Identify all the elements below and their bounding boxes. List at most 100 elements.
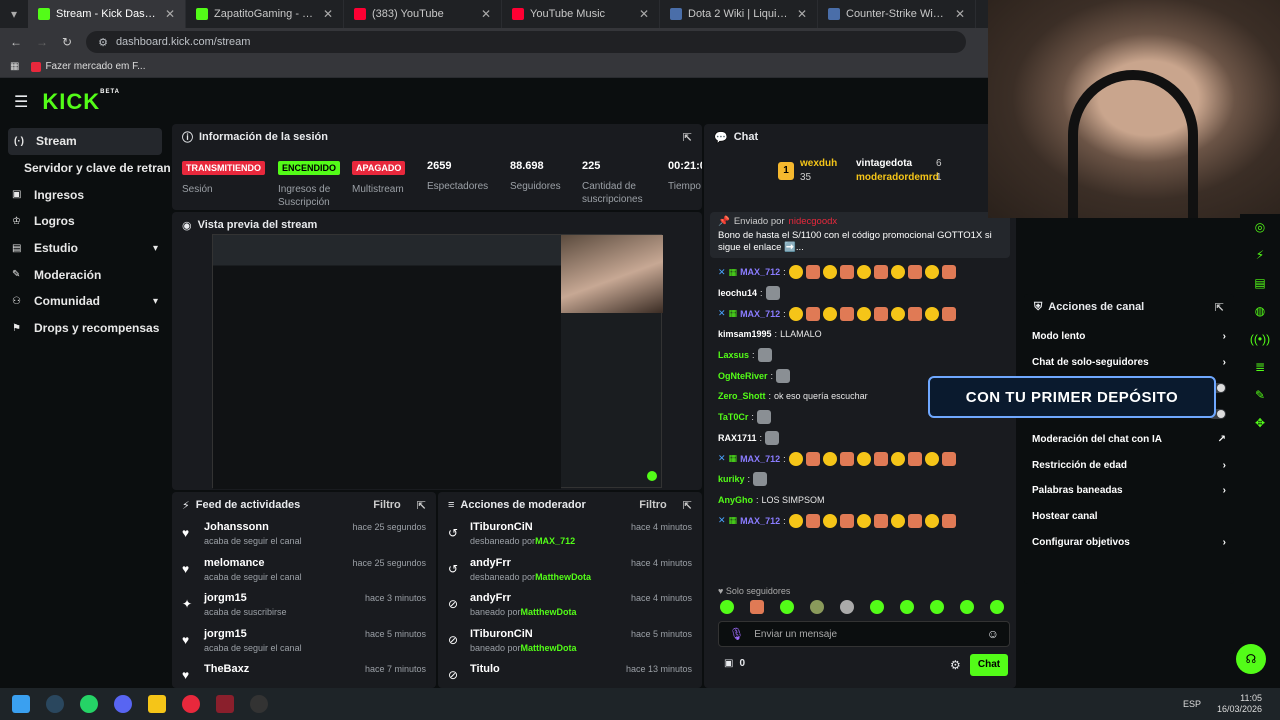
rail-puzzle-icon[interactable]: ✥: [1255, 416, 1265, 430]
channel-action-item[interactable]: Moderación del chat con IA ↗: [1024, 427, 1234, 453]
browser-tab[interactable]: Counter-Strike Wiki | CS2 | Liqu ✕: [818, 0, 976, 28]
chat-input[interactable]: 🎙 Enviar un mensaje ☺: [718, 621, 1010, 647]
mod-user[interactable]: MAX_712: [535, 536, 575, 546]
chat-username[interactable]: leochu14: [718, 288, 757, 298]
channel-action-item[interactable]: Modo lento ›: [1024, 324, 1234, 350]
emote-icon[interactable]: [720, 600, 734, 614]
feed-row[interactable]: ♥ jorgm15 acaba de seguir el canal hace 5 m…: [172, 625, 436, 661]
tab-close-icon[interactable]: ✕: [323, 7, 333, 21]
mod-action-row[interactable]: ↺ andyFrr desbaneado porMatthewDota hace 4 …: [438, 554, 702, 590]
emote-icon[interactable]: [780, 600, 794, 614]
feed-popout-icon[interactable]: ⇱: [417, 499, 426, 512]
chat-username[interactable]: Zero_Shott: [718, 391, 766, 401]
feed-row[interactable]: ✦ jorgm15 acaba de suscribirse hace 3 minut…: [172, 589, 436, 625]
chat-settings-icon[interactable]: ⚙: [950, 658, 961, 672]
channel-actions-popout-icon[interactable]: ⇱: [1215, 301, 1224, 314]
emote-icon[interactable]: [810, 600, 824, 614]
rail-broadcast-icon[interactable]: ((•)): [1250, 332, 1270, 346]
clock[interactable]: 11:05 16/03/2026: [1217, 693, 1262, 715]
top-user-3[interactable]: moderadordemrd: [856, 172, 939, 183]
mod-filter-button[interactable]: Filtro: [639, 499, 667, 511]
rail-stack-icon[interactable]: ≣: [1255, 360, 1265, 374]
sidebar-item[interactable]: ▣ Ingresos: [0, 181, 170, 208]
discord-icon[interactable]: [114, 695, 132, 713]
emote-icon[interactable]: [900, 600, 914, 614]
emote-icon[interactable]: [930, 600, 944, 614]
pinned-message[interactable]: 📌 Enviado por nidecgoodx Bono de hasta e…: [710, 212, 1010, 258]
chat-message[interactable]: ✕ ▦ MAX_712:: [714, 262, 1010, 283]
feed-row[interactable]: ♥ melomance acaba de seguir el canal hace 2…: [172, 554, 436, 590]
chat-message[interactable]: AnyGho: LOS SIMPSOM: [714, 490, 1010, 511]
points-display[interactable]: ▣ 0: [724, 658, 745, 669]
browser-tab[interactable]: ZapatitoGaming - Watch clips o ✕: [186, 0, 344, 28]
kick-logo[interactable]: KICKBETA: [42, 89, 120, 115]
tab-close-icon[interactable]: ✕: [481, 7, 491, 21]
mod-action-row[interactable]: ↺ ITiburonCiN desbaneado porMAX_712 hace 4 …: [438, 518, 702, 554]
rail-target-icon[interactable]: ◎: [1255, 220, 1265, 234]
channel-action-item[interactable]: Chat de solo-seguidores ›: [1024, 350, 1234, 376]
sidebar-item[interactable]: (·) Stream: [8, 128, 162, 155]
mod-action-row[interactable]: ⊘ Titulo hace 13 minutos: [438, 660, 702, 688]
emote-icon[interactable]: [960, 600, 974, 614]
chat-username[interactable]: AnyGho: [718, 495, 753, 505]
mod-action-row[interactable]: ⊘ andyFrr baneado porMatthewDota hace 4 min…: [438, 589, 702, 625]
app-icon[interactable]: [216, 695, 234, 713]
tab-close-icon[interactable]: ✕: [955, 7, 965, 21]
feed-row[interactable]: ♥ Johanssonn acaba de seguir el canal hace …: [172, 518, 436, 554]
tab-close-icon[interactable]: ✕: [165, 7, 175, 21]
mic-icon[interactable]: 🎙: [729, 627, 744, 641]
chat-username[interactable]: MAX_712: [740, 454, 780, 464]
tab-menu-icon[interactable]: ▾: [0, 7, 28, 21]
windows-start-icon[interactable]: [12, 695, 30, 713]
support-button[interactable]: ☊: [1236, 644, 1266, 674]
chat-message[interactable]: kimsam1995: LLAMALO: [714, 324, 1010, 345]
browser-tab[interactable]: Stream - Kick Dashboard ✕: [28, 0, 186, 28]
chat-username[interactable]: MAX_712: [740, 516, 780, 526]
url-field[interactable]: ⚙ dashboard.kick.com/stream: [86, 31, 967, 53]
chat-username[interactable]: MAX_712: [740, 309, 780, 319]
top-user-2[interactable]: vintagedota: [856, 158, 912, 169]
whatsapp-icon[interactable]: [80, 695, 98, 713]
mod-user[interactable]: MatthewDota: [521, 643, 577, 653]
rail-bolt-icon[interactable]: ⚡: [1256, 248, 1264, 262]
channel-action-item[interactable]: Palabras baneadas ›: [1024, 478, 1234, 504]
sidebar-item[interactable]: ⚑ Drops y recompensas: [0, 315, 170, 342]
rail-chat-icon[interactable]: ◍: [1255, 304, 1265, 318]
emote-icon[interactable]: [840, 600, 854, 614]
feed-filter-button[interactable]: Filtro: [373, 499, 401, 511]
sidebar-item[interactable]: ♔ Logros: [0, 208, 170, 235]
channel-action-item[interactable]: Configurar objetivos ›: [1024, 530, 1234, 556]
chat-message[interactable]: ✕ ▦ MAX_712:: [714, 448, 1010, 469]
steam-icon[interactable]: [46, 695, 64, 713]
pinned-by-user[interactable]: nidecgoodx: [789, 216, 838, 227]
chat-username[interactable]: OgNteRiver: [718, 371, 768, 381]
reload-icon[interactable]: ↻: [62, 35, 72, 49]
sidebar-item[interactable]: ✎ Moderación: [0, 261, 170, 288]
chat-message[interactable]: leochu14:: [714, 283, 1010, 304]
sidebar-item[interactable]: Servidor y clave de retransmisión: [0, 155, 170, 182]
stream-preview-video[interactable]: [212, 234, 663, 489]
forward-icon[interactable]: →: [36, 35, 48, 49]
browser-tab[interactable]: YouTube Music ✕: [502, 0, 660, 28]
language-indicator[interactable]: ESP: [1183, 699, 1201, 709]
channel-action-item[interactable]: Restricción de edad ›: [1024, 452, 1234, 478]
chat-message[interactable]: ✕ ▦ MAX_712:: [714, 510, 1010, 531]
explorer-icon[interactable]: [148, 695, 166, 713]
apps-icon[interactable]: ▦: [10, 61, 19, 72]
obs-icon[interactable]: [250, 695, 268, 713]
emote-icon[interactable]: [990, 600, 1004, 614]
chat-message[interactable]: RAX1711:: [714, 428, 1010, 449]
chat-username[interactable]: kuriky: [718, 474, 745, 484]
site-info-icon[interactable]: ⚙: [98, 36, 108, 49]
chat-send-button[interactable]: Chat: [970, 654, 1008, 676]
rail-doc-icon[interactable]: ▤: [1254, 276, 1265, 290]
chat-username[interactable]: TaT0Cr: [718, 412, 748, 422]
emote-icon[interactable]: [870, 600, 884, 614]
top-user-1[interactable]: wexduh: [800, 158, 837, 169]
tab-close-icon[interactable]: ✕: [639, 7, 649, 21]
hamburger-icon[interactable]: ☰: [14, 92, 28, 112]
chat-message[interactable]: kuriky:: [714, 469, 1010, 490]
sidebar-item[interactable]: ▤ Estudio ▾: [0, 235, 170, 262]
browser-tab[interactable]: Dota 2 Wiki | Liquipedia ✕: [660, 0, 818, 28]
chat-message[interactable]: Laxsus:: [714, 345, 1010, 366]
